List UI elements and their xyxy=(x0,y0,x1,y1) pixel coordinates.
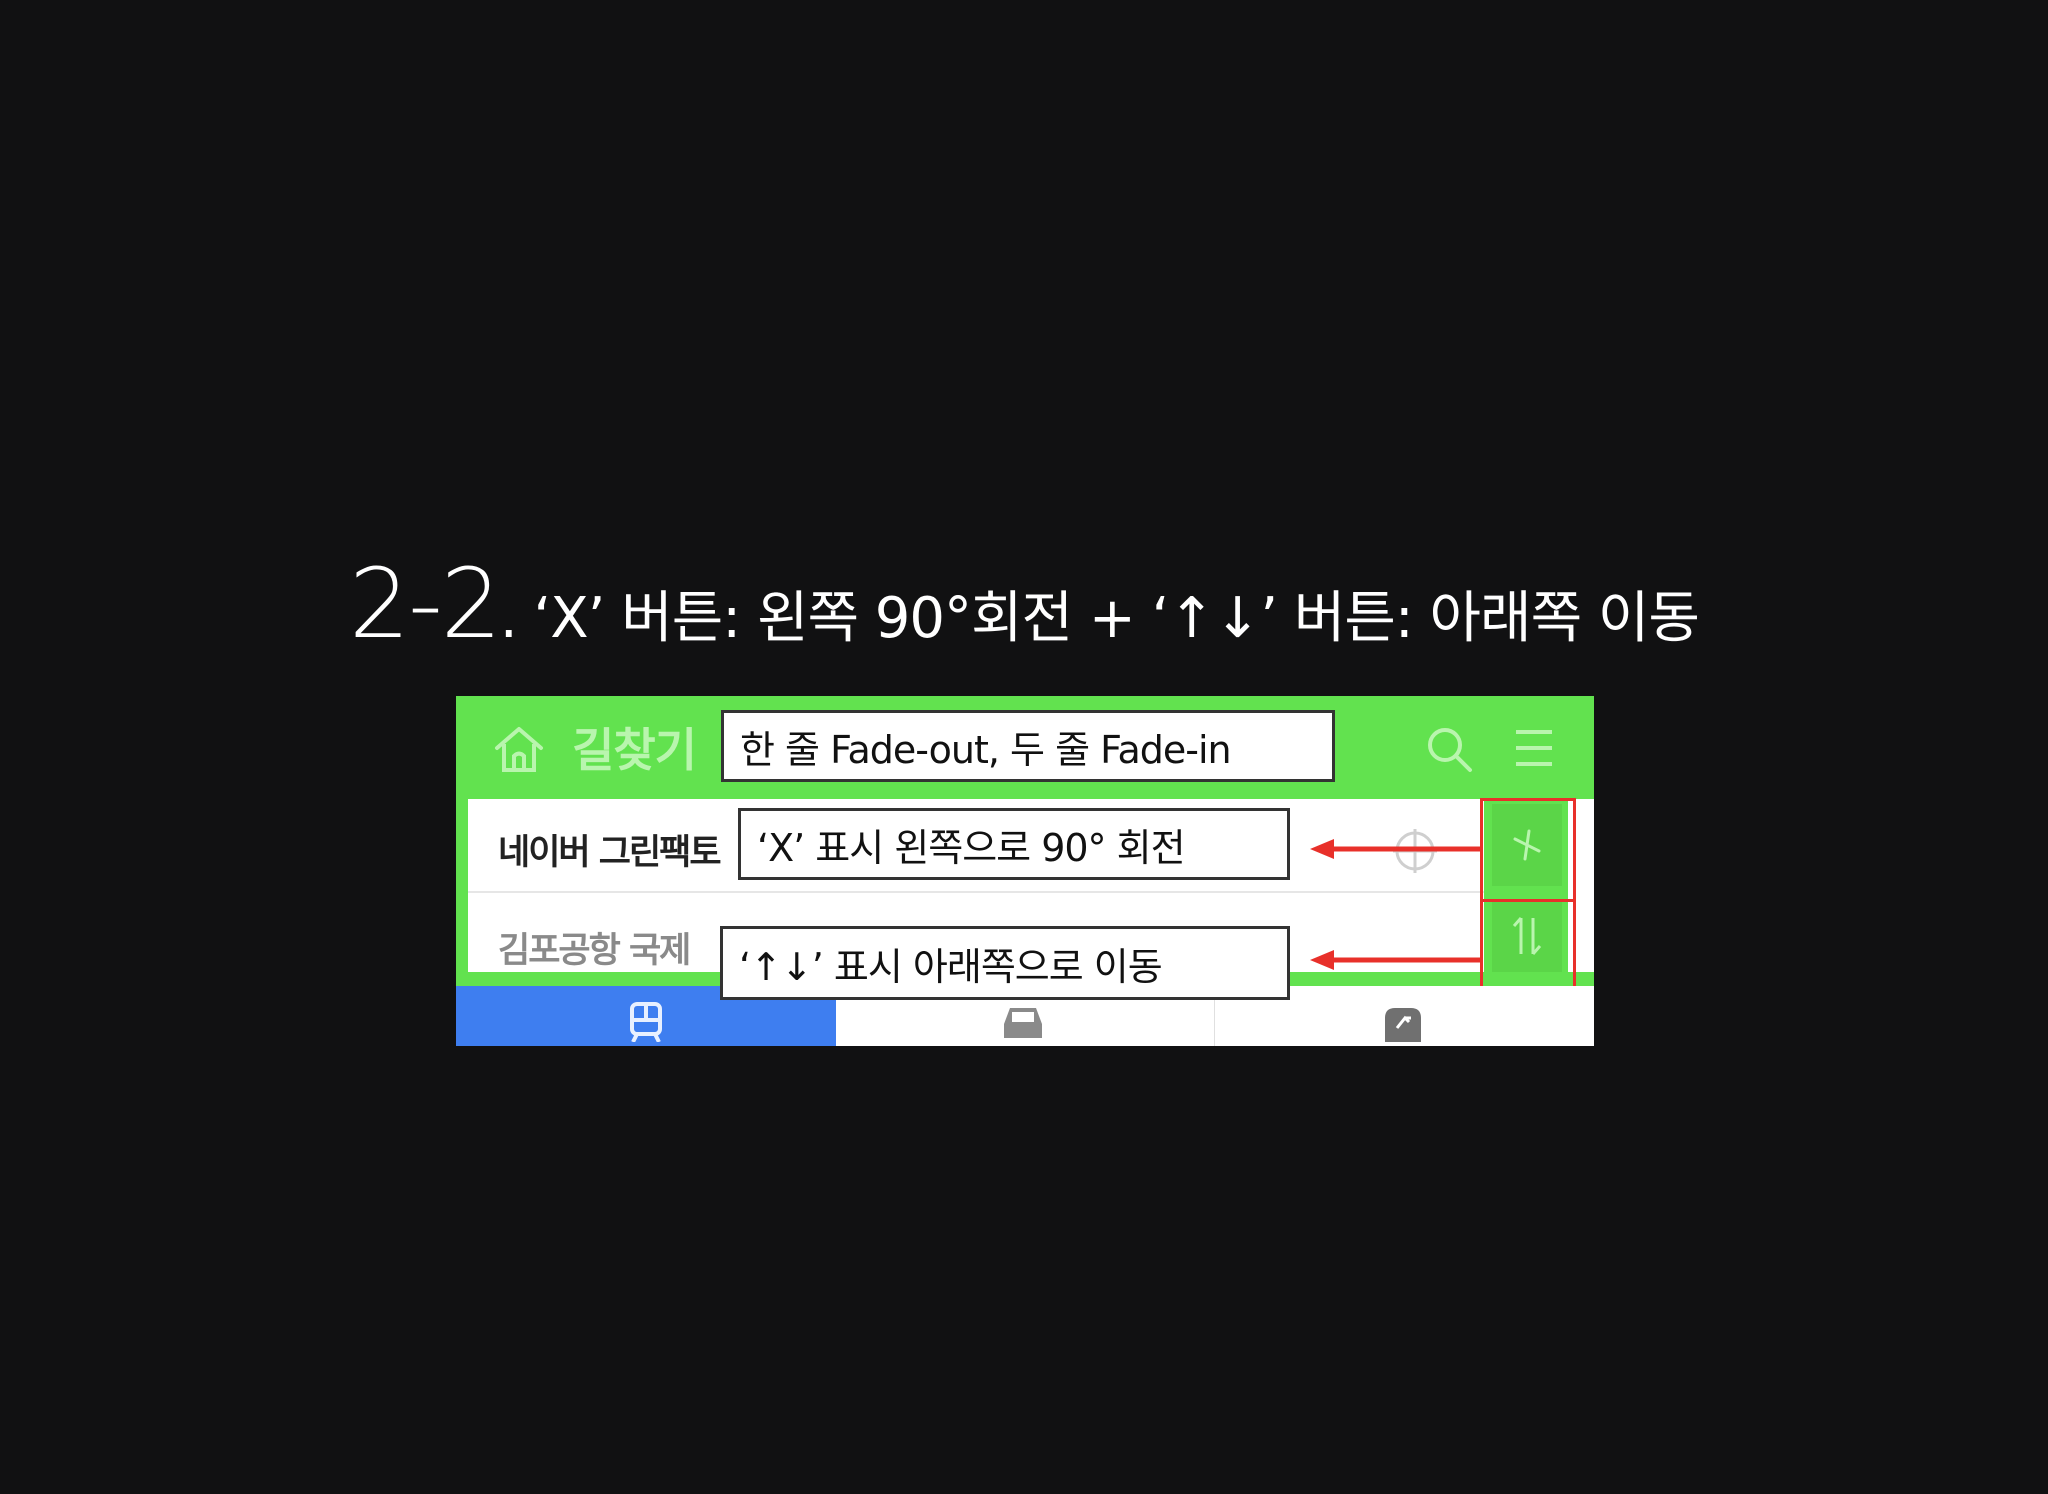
app-title: 길찾기 xyxy=(572,723,697,777)
walk-icon xyxy=(1385,1008,1421,1042)
panel-left-border xyxy=(456,799,468,986)
callout-swap-move: ‘↑↓’ 표시 아래쪽으로 이동 xyxy=(720,926,1290,1000)
slide-title-number: 2-2 xyxy=(349,548,502,660)
menu-icon[interactable] xyxy=(1514,726,1554,770)
route-to-field[interactable]: 김포공항 국제 xyxy=(498,922,691,973)
row-divider xyxy=(468,891,1568,893)
locate-icon[interactable] xyxy=(1390,826,1440,876)
slide-title-text: . ‘X’ 버튼: 왼쪽 90°회전 + ‘↑↓’ 버튼: 아래쪽 이동 xyxy=(499,586,1700,651)
home-icon[interactable] xyxy=(492,724,546,774)
route-from-field[interactable]: 네이버 그린팩토 xyxy=(498,824,722,875)
callout-x-rotate: ‘X’ 표시 왼쪽으로 90° 회전 xyxy=(738,808,1290,880)
search-icon[interactable] xyxy=(1424,724,1474,774)
highlight-close-button xyxy=(1480,798,1576,902)
car-icon xyxy=(1004,1008,1042,1038)
slide-title: 2-2. ‘X’ 버튼: 왼쪽 90°회전 + ‘↑↓’ 버튼: 아래쪽 이동 xyxy=(0,548,2048,660)
train-icon xyxy=(630,1002,662,1042)
callout-header-fade: 한 줄 Fade-out, 두 줄 Fade-in xyxy=(721,710,1335,782)
